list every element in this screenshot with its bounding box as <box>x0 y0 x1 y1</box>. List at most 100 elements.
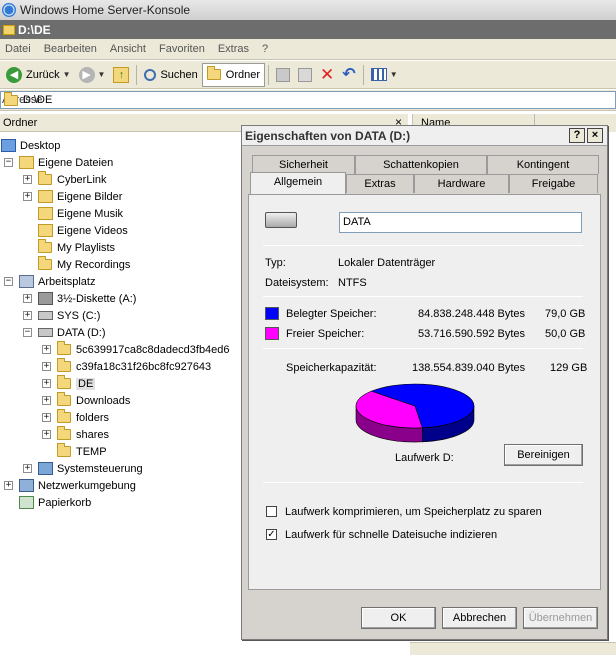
ok-button[interactable]: OK <box>361 607 436 629</box>
cancel-button[interactable]: Abbrechen <box>442 607 517 629</box>
tab-allgemein[interactable]: Allgemein <box>250 172 346 194</box>
menu-favoriten[interactable]: Favoriten <box>154 43 213 55</box>
divider <box>263 296 583 297</box>
menu-extras[interactable]: Extras <box>213 43 257 55</box>
apply-button[interactable]: Übernehmen <box>523 607 598 629</box>
menu-ansicht[interactable]: Ansicht <box>105 43 154 55</box>
tree-item-folder-5c63[interactable]: + 5c639917ca8c8dadecd3fb4ed6 <box>42 341 230 358</box>
hard-drive-icon <box>265 212 297 228</box>
folders-button[interactable]: Ordner <box>201 62 266 87</box>
tree-item-my-playlists[interactable]: My Playlists <box>23 239 115 256</box>
drive-name-input[interactable]: DATA <box>339 212 582 233</box>
expand-icon[interactable]: + <box>23 464 32 473</box>
explorer-title-bar[interactable]: D:\DE <box>0 20 616 39</box>
dialog-title: Eigenschaften von DATA (D:) <box>245 128 411 143</box>
tree-item-folder-c39f[interactable]: + c39fa18c31f26bc8fc927643 <box>42 358 211 375</box>
collapse-icon[interactable]: − <box>4 158 13 167</box>
cleanup-button[interactable]: Bereinigen <box>504 444 583 466</box>
tree-item-label: 3½-Diskette (A:) <box>57 292 137 305</box>
network-icon <box>19 479 34 492</box>
filesystem-label: Dateisystem: <box>265 277 329 289</box>
tree-item-data-d[interactable]: − DATA (D:) <box>23 324 105 341</box>
tree-item-my-recordings[interactable]: My Recordings <box>23 256 130 273</box>
menu-bar: Datei Bearbeiten Ansicht Favoriten Extra… <box>0 39 616 60</box>
tree-item-arbeitsplatz[interactable]: − Arbeitsplatz <box>4 273 95 290</box>
menu-datei[interactable]: Datei <box>0 43 39 55</box>
control-panel-icon <box>38 462 53 475</box>
collapse-icon[interactable]: − <box>4 277 13 286</box>
type-value: Lokaler Datenträger <box>338 257 436 269</box>
close-icon[interactable]: × <box>587 128 603 143</box>
expand-icon[interactable]: + <box>42 413 51 422</box>
move-to-button[interactable] <box>272 63 294 87</box>
expand-icon[interactable]: + <box>23 175 32 184</box>
tab-hardware[interactable]: Hardware <box>414 174 509 193</box>
back-button[interactable]: ◀ Zurück ▼ <box>2 63 75 87</box>
filesystem-value: NTFS <box>338 277 367 289</box>
tree-item-eigene-musik[interactable]: Eigene Musik <box>23 205 123 222</box>
expand-icon[interactable]: + <box>42 430 51 439</box>
free-space-bytes: 53.716.590.592 Bytes <box>418 328 526 340</box>
documents-folder-icon <box>19 156 34 169</box>
expand-icon[interactable]: + <box>23 311 32 320</box>
tree-item-folders[interactable]: + folders <box>42 409 109 426</box>
menu-help[interactable]: ? <box>257 43 276 55</box>
copy-to-icon <box>298 67 313 82</box>
tree-item-eigene-dateien[interactable]: − Eigene Dateien <box>4 154 113 171</box>
tree-item-label: Systemsteuerung <box>57 462 143 475</box>
window-title: Windows Home Server-Konsole <box>20 3 191 17</box>
search-button[interactable]: Suchen <box>140 63 201 87</box>
views-button[interactable]: ▼ <box>367 63 402 87</box>
chevron-down-icon[interactable]: ▼ <box>390 70 398 79</box>
tree-item-eigene-bilder[interactable]: + Eigene Bilder <box>23 188 122 205</box>
back-arrow-icon: ◀ <box>6 66 22 83</box>
tab-freigabe[interactable]: Freigabe <box>509 174 598 193</box>
tree-item-floppy[interactable]: + 3½-Diskette (A:) <box>23 290 136 307</box>
type-label: Typ: <box>265 257 286 269</box>
tree-item-label: shares <box>76 428 110 441</box>
tree-item-desktop[interactable]: Desktop <box>1 137 60 154</box>
compress-checkbox[interactable] <box>266 506 277 517</box>
expand-icon[interactable]: + <box>23 294 32 303</box>
copy-to-button[interactable] <box>294 63 316 87</box>
tree-item-systemsteuerung[interactable]: + Systemsteuerung <box>23 460 143 477</box>
address-input[interactable]: D:\DE <box>0 91 616 109</box>
expand-icon[interactable]: + <box>23 192 32 201</box>
forward-arrow-icon: ▶ <box>78 66 95 83</box>
undo-button[interactable]: ↶ <box>338 63 359 87</box>
collapse-icon[interactable]: − <box>23 328 32 337</box>
folder-icon <box>57 358 71 372</box>
tab-extras[interactable]: Extras <box>346 174 414 193</box>
general-tab-panel: DATA Typ: Lokaler Datenträger Dateisyste… <box>248 194 601 590</box>
toolbar: ◀ Zurück ▼ ▶ ▼ ↑ Suchen Ordner ✕ ↶ ▼ <box>0 61 616 89</box>
menu-bearbeiten[interactable]: Bearbeiten <box>39 43 105 55</box>
search-icon <box>144 68 157 81</box>
chevron-down-icon[interactable]: ▼ <box>98 70 106 79</box>
tree-item-netzwerkumgebung[interactable]: + Netzwerkumgebung <box>4 477 136 494</box>
expand-icon[interactable]: + <box>42 362 51 371</box>
window-title-bar[interactable]: Windows Home Server-Konsole <box>0 0 616 20</box>
tab-kontingent[interactable]: Kontingent <box>487 155 599 174</box>
dialog-title-bar[interactable]: Eigenschaften von DATA (D:) <box>242 126 607 146</box>
videos-folder-icon <box>38 224 53 237</box>
tree-item-papierkorb[interactable]: Papierkorb <box>4 494 91 511</box>
expand-icon[interactable]: + <box>42 345 51 354</box>
forward-button[interactable]: ▶ ▼ <box>75 63 110 87</box>
tab-schattenkopien[interactable]: Schattenkopien <box>355 155 487 174</box>
tree-item-downloads[interactable]: + Downloads <box>42 392 130 409</box>
tree-item-eigene-videos[interactable]: Eigene Videos <box>23 222 128 239</box>
index-checkbox[interactable]: ✓ <box>266 529 277 540</box>
tree-item-sys-c[interactable]: + SYS (C:) <box>23 307 100 324</box>
tree-item-temp[interactable]: TEMP <box>42 443 107 460</box>
expand-icon[interactable]: + <box>42 396 51 405</box>
help-button[interactable]: ? <box>569 128 585 143</box>
tree-item-label: Arbeitsplatz <box>38 275 96 288</box>
delete-button[interactable]: ✕ <box>316 63 338 87</box>
chevron-down-icon[interactable]: ▼ <box>63 70 71 79</box>
expand-icon[interactable]: + <box>4 481 13 490</box>
up-button[interactable]: ↑ <box>109 63 133 87</box>
expand-icon[interactable]: + <box>42 379 51 388</box>
tree-item-de[interactable]: + DE <box>42 375 96 392</box>
tree-item-shares[interactable]: + shares <box>42 426 109 443</box>
tree-item-cyberlink[interactable]: + CyberLink <box>23 171 107 188</box>
